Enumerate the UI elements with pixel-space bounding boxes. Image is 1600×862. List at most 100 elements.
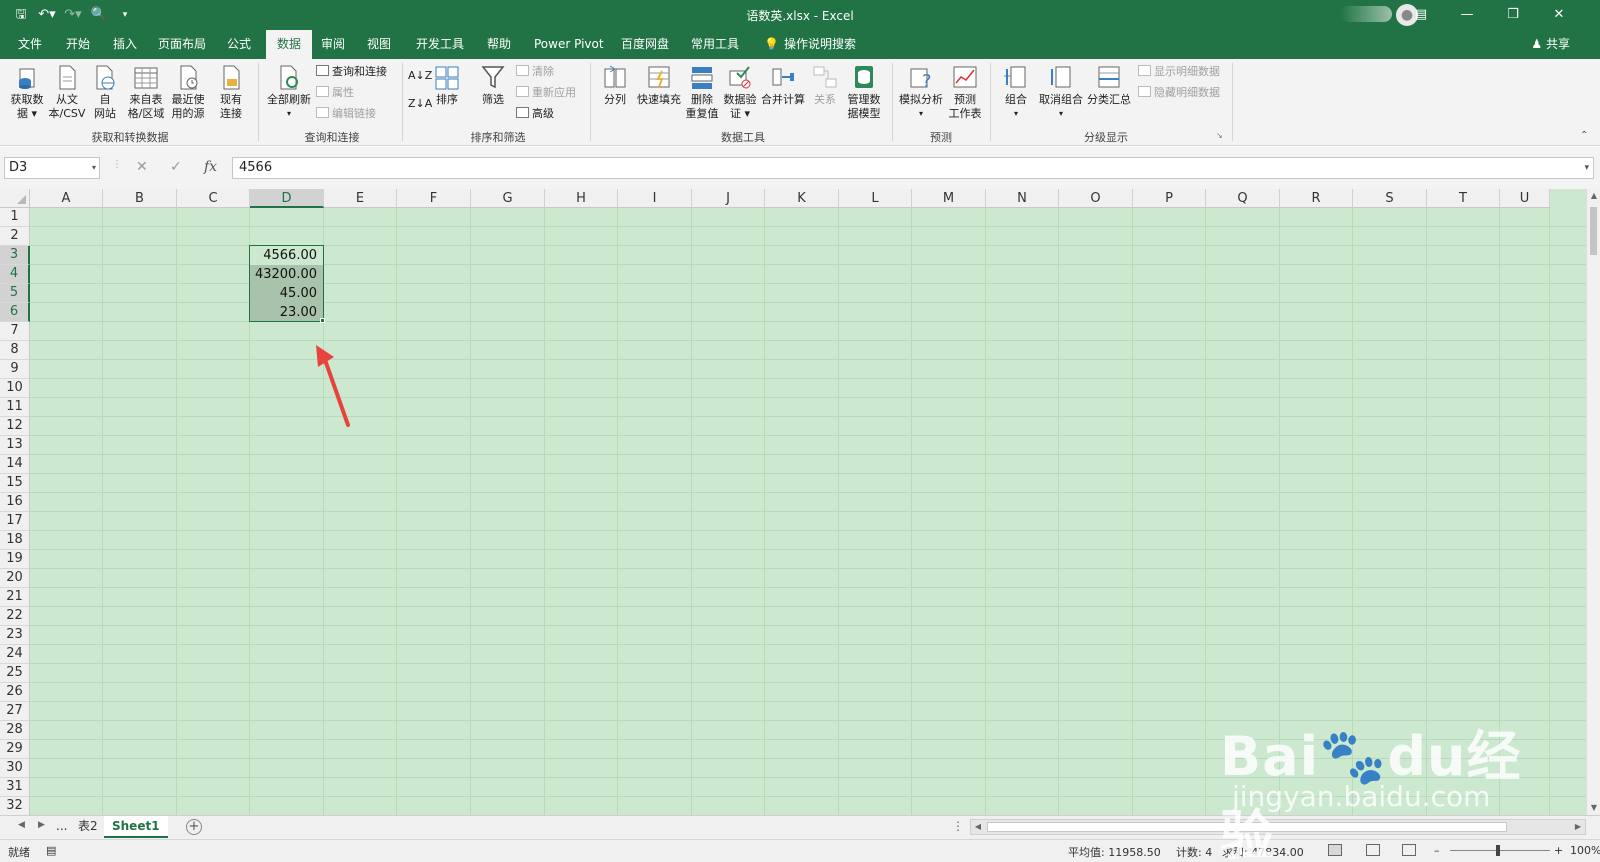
row-header-16[interactable]: 16 bbox=[0, 493, 30, 512]
row-header-12[interactable]: 12 bbox=[0, 417, 30, 436]
row-header-18[interactable]: 18 bbox=[0, 531, 30, 550]
show-detail-button[interactable]: 显示明细数据 bbox=[1138, 65, 1220, 79]
scroll-up-icon[interactable]: ▲ bbox=[1587, 189, 1600, 203]
status-sum[interactable]: 求和: 47834.00 bbox=[1222, 844, 1304, 860]
next-sheet-icon[interactable]: ▶ bbox=[38, 820, 45, 830]
column-header-p[interactable]: P bbox=[1133, 189, 1206, 208]
row-header-10[interactable]: 10 bbox=[0, 379, 30, 398]
hscroll-splitter-icon[interactable]: ⋮ bbox=[952, 819, 964, 833]
row-header-31[interactable]: 31 bbox=[0, 778, 30, 797]
tell-me-search[interactable]: 操作说明搜索 bbox=[778, 30, 862, 59]
sheet-tab-sheet1[interactable]: Sheet1 bbox=[104, 816, 168, 838]
select-all-corner[interactable] bbox=[0, 189, 30, 208]
enter-icon[interactable]: ✓ bbox=[170, 159, 182, 175]
row-header-5[interactable]: 5 bbox=[0, 284, 30, 303]
tab-page-layout[interactable]: 页面布局 bbox=[152, 30, 212, 59]
from-web-button[interactable]: 自 网站 bbox=[88, 63, 122, 121]
tab-baidu-netdisk[interactable]: 百度网盘 bbox=[615, 30, 675, 59]
column-header-n[interactable]: N bbox=[986, 189, 1059, 208]
column-header-g[interactable]: G bbox=[471, 189, 545, 208]
column-header-q[interactable]: Q bbox=[1206, 189, 1280, 208]
flash-fill-button[interactable]: 快速填充 bbox=[634, 63, 684, 107]
filter-button[interactable]: 筛选 bbox=[476, 63, 510, 107]
column-header-c[interactable]: C bbox=[177, 189, 250, 208]
column-header-u[interactable]: U bbox=[1500, 189, 1550, 208]
row-header-26[interactable]: 26 bbox=[0, 683, 30, 702]
column-header-e[interactable]: E bbox=[324, 189, 397, 208]
column-header-m[interactable]: M bbox=[912, 189, 986, 208]
tab-view[interactable]: 视图 bbox=[361, 30, 397, 59]
row-header-1[interactable]: 1 bbox=[0, 208, 30, 227]
sort-ascending-icon[interactable]: A↓Z bbox=[408, 69, 432, 83]
column-header-k[interactable]: K bbox=[765, 189, 839, 208]
column-header-s[interactable]: S bbox=[1353, 189, 1427, 208]
row-header-22[interactable]: 22 bbox=[0, 607, 30, 626]
tab-file[interactable]: 文件 bbox=[12, 30, 48, 59]
tab-formulas[interactable]: 公式 bbox=[221, 30, 257, 59]
expand-formula-icon[interactable]: ▾ bbox=[1584, 158, 1589, 178]
row-header-11[interactable]: 11 bbox=[0, 398, 30, 417]
tab-help[interactable]: 帮助 bbox=[481, 30, 517, 59]
scroll-down-icon[interactable]: ▼ bbox=[1587, 801, 1600, 815]
horizontal-scrollbar[interactable]: ◀ ▶ bbox=[970, 819, 1586, 835]
column-header-o[interactable]: O bbox=[1059, 189, 1133, 208]
row-header-13[interactable]: 13 bbox=[0, 436, 30, 455]
column-header-j[interactable]: J bbox=[692, 189, 765, 208]
manage-data-model-button[interactable]: 管理数 据模型 bbox=[842, 63, 886, 121]
existing-connections-button[interactable]: 现有 连接 bbox=[214, 63, 248, 121]
text-to-columns-button[interactable]: 分列 bbox=[598, 63, 632, 107]
sort-descending-icon[interactable]: Z↓A bbox=[408, 97, 432, 111]
ungroup-button[interactable]: 取消组合 ▾ bbox=[1036, 63, 1086, 121]
column-header-a[interactable]: A bbox=[30, 189, 103, 208]
row-header-6[interactable]: 6 bbox=[0, 303, 30, 322]
tab-home[interactable]: 开始 bbox=[60, 30, 96, 59]
collapse-ribbon-icon[interactable]: ⌃ bbox=[1580, 129, 1588, 143]
add-sheet-button[interactable]: + bbox=[186, 819, 202, 835]
zoom-in-icon[interactable]: + bbox=[1554, 844, 1563, 857]
ribbon-display-options-icon[interactable]: ▤ bbox=[1398, 0, 1444, 30]
row-header-29[interactable]: 29 bbox=[0, 740, 30, 759]
chevron-down-icon[interactable]: ▾ bbox=[92, 158, 96, 178]
minimize-icon[interactable]: — bbox=[1444, 0, 1490, 30]
get-data-button[interactable]: 获取数 据 ▾ bbox=[6, 63, 48, 121]
name-box[interactable]: D3 ▾ bbox=[4, 157, 100, 179]
vertical-scroll-thumb[interactable] bbox=[1590, 207, 1597, 255]
row-header-28[interactable]: 28 bbox=[0, 721, 30, 740]
row-header-21[interactable]: 21 bbox=[0, 588, 30, 607]
row-header-25[interactable]: 25 bbox=[0, 664, 30, 683]
tab-review[interactable]: 审阅 bbox=[315, 30, 351, 59]
column-header-d[interactable]: D bbox=[250, 189, 324, 208]
worksheet-grid[interactable]: ABCDEFGHIJKLMNOPQRSTU 1 2 3 4 5 6 7 8 9 10 11 12 13 1… bbox=[0, 189, 1586, 815]
queries-connections-button[interactable]: 查询和连接 bbox=[316, 65, 387, 79]
tab-insert[interactable]: 插入 bbox=[107, 30, 143, 59]
formula-input[interactable]: 4566 ▾ bbox=[232, 157, 1594, 179]
row-header-14[interactable]: 14 bbox=[0, 455, 30, 474]
column-header-h[interactable]: H bbox=[545, 189, 618, 208]
status-count[interactable]: 计数: 4 bbox=[1176, 844, 1212, 860]
row-header-15[interactable]: 15 bbox=[0, 474, 30, 493]
zoom-level[interactable]: 100% bbox=[1570, 844, 1600, 857]
normal-view-icon[interactable] bbox=[1328, 844, 1342, 856]
relationships-button[interactable]: 关系 bbox=[808, 63, 842, 107]
restore-icon[interactable]: ❐ bbox=[1490, 0, 1536, 30]
consolidate-button[interactable]: 合并计算 bbox=[760, 63, 806, 107]
reapply-button[interactable]: 重新应用 bbox=[516, 86, 576, 100]
from-table-range-button[interactable]: 来自表 格/区域 bbox=[124, 63, 168, 121]
tab-developer[interactable]: 开发工具 bbox=[410, 30, 470, 59]
tab-power-pivot[interactable]: Power Pivot bbox=[528, 30, 610, 59]
row-header-3[interactable]: 3 bbox=[0, 246, 30, 265]
share-button[interactable]: ♟ 共享 bbox=[1531, 30, 1570, 59]
tab-common-tools[interactable]: 常用工具 bbox=[685, 30, 745, 59]
row-header-4[interactable]: 4 bbox=[0, 265, 30, 284]
zoom-slider-knob[interactable] bbox=[1496, 845, 1500, 856]
horizontal-scroll-thumb[interactable] bbox=[987, 822, 1507, 832]
row-header-9[interactable]: 9 bbox=[0, 360, 30, 379]
subtotal-button[interactable]: 分类汇总 bbox=[1086, 63, 1132, 107]
cancel-icon[interactable]: ✕ bbox=[136, 159, 148, 175]
column-header-b[interactable]: B bbox=[103, 189, 177, 208]
column-header-f[interactable]: F bbox=[397, 189, 471, 208]
close-icon[interactable]: ✕ bbox=[1536, 0, 1582, 30]
row-header-8[interactable]: 8 bbox=[0, 341, 30, 360]
properties-button[interactable]: 属性 bbox=[316, 86, 354, 100]
remove-duplicates-button[interactable]: 删除 重复值 bbox=[684, 63, 720, 121]
